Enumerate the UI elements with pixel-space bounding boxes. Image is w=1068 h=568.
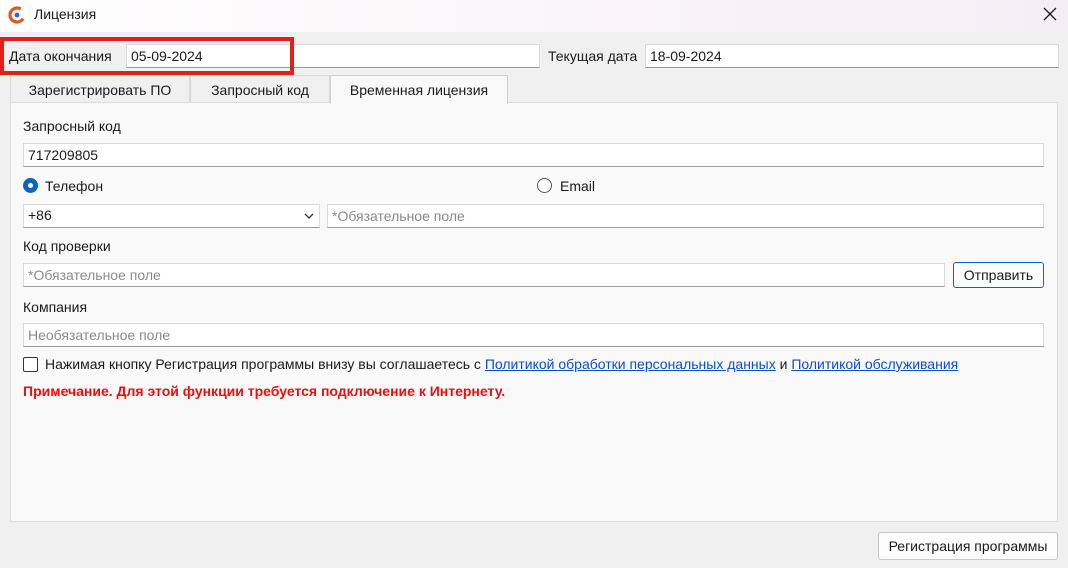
close-button[interactable]: [1036, 0, 1064, 28]
close-icon: [1043, 7, 1057, 21]
company-input[interactable]: Необязательное поле: [23, 323, 1044, 347]
email-radio[interactable]: [537, 178, 552, 193]
app-logo-icon: [8, 6, 26, 24]
company-label: Компания: [23, 299, 88, 315]
verify-code-label: Код проверки: [23, 238, 111, 254]
window-title: Лицензия: [34, 6, 97, 22]
tab-label: Запросный код: [211, 81, 309, 98]
current-date-field[interactable]: 18-09-2024: [645, 44, 1059, 68]
consent-text: Нажимая кнопку Регистрация программы вни…: [45, 356, 958, 372]
consent-checkbox[interactable]: [23, 357, 38, 372]
consent-and: и: [779, 356, 788, 372]
chevron-down-icon: [304, 213, 314, 219]
tab-register-software[interactable]: Зарегистрировать ПО: [10, 75, 190, 103]
tab-label: Временная лицензия: [349, 82, 489, 98]
country-code-value: +86: [28, 207, 52, 223]
phone-radio-label: Телефон: [45, 178, 104, 194]
verify-code-input[interactable]: *Обязательное поле: [23, 263, 945, 287]
phone-radio[interactable]: [23, 178, 38, 193]
title-bar: Лицензия: [0, 0, 1068, 32]
tab-temporary-license[interactable]: Временная лицензия: [330, 75, 508, 104]
highlight-annotation: [0, 37, 294, 75]
tab-label: Зарегистрировать ПО: [28, 81, 172, 98]
register-program-label: Регистрация программы: [888, 538, 1048, 554]
current-date-label: Текущая дата: [548, 48, 638, 64]
register-program-button[interactable]: Регистрация программы: [878, 532, 1058, 560]
consent-label: Нажимая кнопку Регистрация программы вни…: [45, 356, 481, 372]
request-code-field[interactable]: 717209805: [23, 143, 1044, 167]
phone-input[interactable]: *Обязательное поле: [327, 204, 1044, 228]
send-button[interactable]: Отправить: [953, 262, 1044, 288]
tab-request-code[interactable]: Запросный код: [190, 75, 330, 103]
country-code-select[interactable]: +86: [23, 204, 320, 228]
send-button-label: Отправить: [963, 267, 1034, 283]
internet-required-note: Примечание. Для этой функции требуется п…: [23, 383, 506, 399]
email-radio-label: Email: [560, 178, 596, 194]
privacy-policy-link[interactable]: Политикой обработки персональных данных: [485, 356, 776, 372]
request-code-label: Запросный код: [23, 118, 121, 134]
service-policy-link[interactable]: Политикой обслуживания: [791, 356, 958, 372]
